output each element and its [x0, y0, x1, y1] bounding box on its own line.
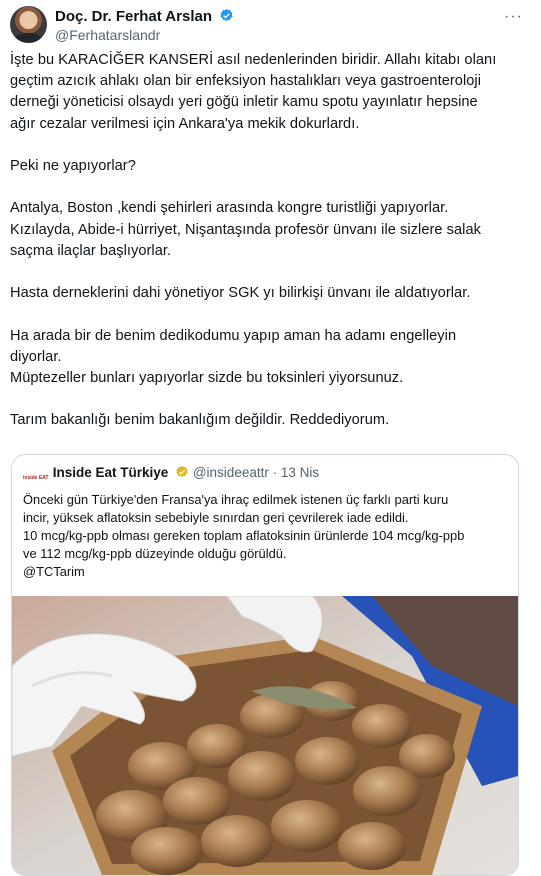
- avatar[interactable]: [10, 6, 47, 43]
- quoted-text: Önceki gün Türkiye'den Fransa'ya ihraç e…: [23, 492, 465, 579]
- verified-badge-icon: [220, 8, 233, 21]
- logo-text: inside EAT: [23, 475, 49, 481]
- verified-gold-badge-icon: [176, 465, 188, 478]
- tweet-header: Doç. Dr. Ferhat Arslan @Ferhatarslandr ·…: [10, 6, 531, 46]
- author-name-row[interactable]: Doç. Dr. Ferhat Arslan: [55, 8, 234, 25]
- inside-eat-logo: inside EAT: [23, 475, 48, 489]
- author-name[interactable]: Doç. Dr. Ferhat Arslan: [55, 8, 212, 25]
- quoted-author-name[interactable]: Inside Eat Türkiye: [53, 465, 169, 480]
- more-options-icon[interactable]: ···: [504, 8, 523, 26]
- quoted-photo[interactable]: [12, 596, 518, 875]
- quoted-header: inside EAT Inside Eat Türkiye @insideeat…: [23, 465, 319, 485]
- quoted-date[interactable]: 13 Nis: [281, 465, 319, 480]
- quoted-author-handle[interactable]: @insideeattr: [193, 465, 269, 480]
- meta-separator: ·: [272, 465, 278, 480]
- tweet-text: İşte bu KARACİĞER KANSERİ asıl nedenleri…: [10, 52, 497, 429]
- author-handle[interactable]: @Ferhatarslandr: [55, 27, 160, 43]
- quoted-tweet[interactable]: inside EAT Inside Eat Türkiye @insideeat…: [11, 454, 519, 876]
